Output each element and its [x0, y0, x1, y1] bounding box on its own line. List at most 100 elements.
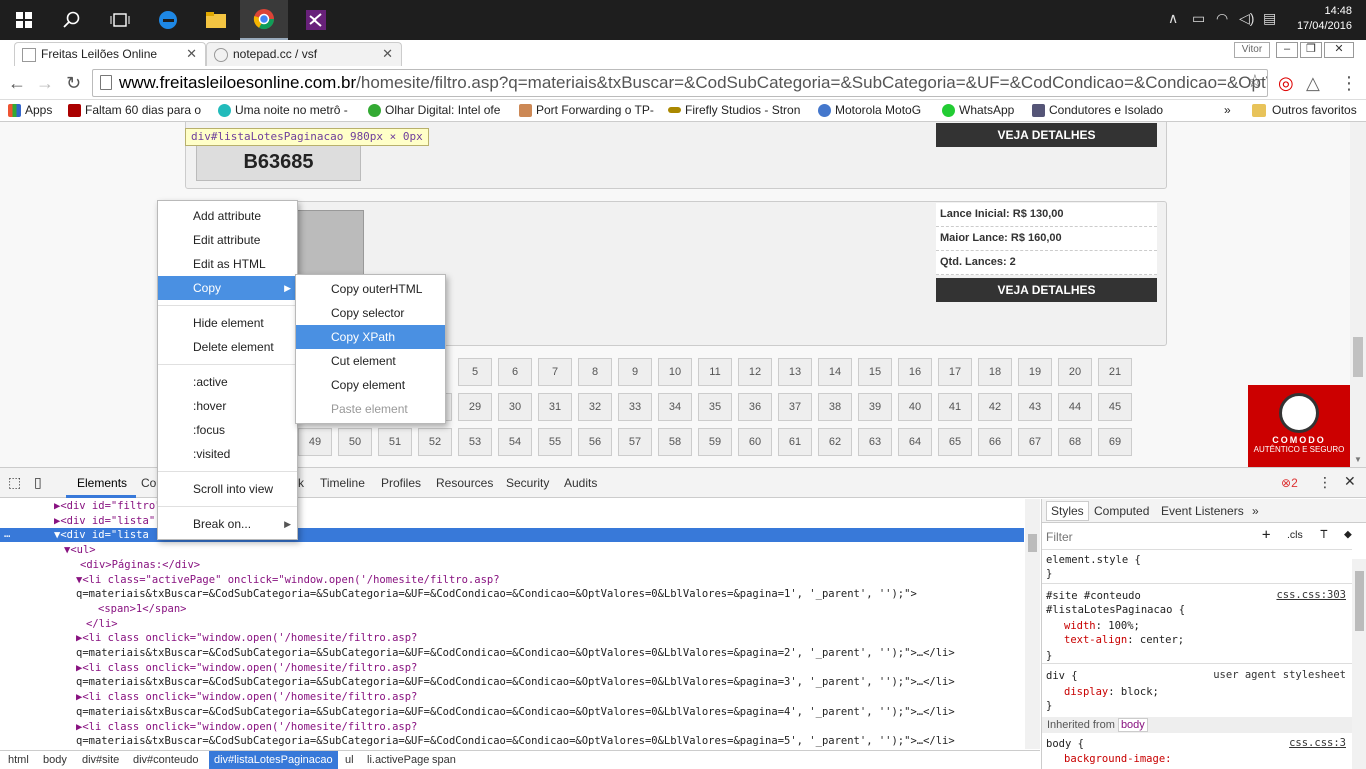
bookmark-apps[interactable]: Apps — [8, 103, 58, 117]
page-link[interactable]: 61 — [778, 428, 812, 456]
wifi-icon[interactable]: ◠ — [1216, 10, 1228, 27]
page-link[interactable]: 40 — [898, 393, 932, 421]
page-link[interactable]: 17 — [938, 358, 972, 386]
menu-add-attribute[interactable]: Add attribute — [158, 204, 297, 228]
page-link[interactable]: 33 — [618, 393, 652, 421]
elements-tree[interactable]: ▶<div id="filtro" ... s">…</div> ▶<div id… — [0, 499, 1040, 749]
dom-node[interactable]: ▶<li class onclick="window.open('/homesi… — [0, 661, 1024, 675]
dom-node[interactable]: q=materiais&txBuscar=&CodSubCategoria=&S… — [0, 587, 1024, 601]
details-button[interactable]: VEJA DETALHES — [936, 123, 1157, 147]
add-style-rule-icon[interactable]: + — [1262, 527, 1270, 543]
page-link[interactable]: 54 — [498, 428, 532, 456]
error-counter[interactable]: ⊗2 — [1281, 476, 1298, 490]
lot-plate-image[interactable]: B63685 — [196, 145, 361, 181]
notifications-icon[interactable]: ▤ — [1263, 10, 1276, 27]
page-link[interactable]: 10 — [658, 358, 692, 386]
scrollbar-thumb[interactable] — [1355, 571, 1364, 631]
page-link[interactable]: 8 — [578, 358, 612, 386]
page-link[interactable]: 66 — [978, 428, 1012, 456]
rule-selector[interactable]: #site #conteudo — [1046, 589, 1141, 603]
page-link[interactable]: 53 — [458, 428, 492, 456]
bookmark-item[interactable]: Firefly Studios - Stron — [668, 103, 804, 117]
tab-notepad[interactable]: notepad.cc / vsf ✕ — [206, 42, 402, 66]
dom-node[interactable]: ▶<li class onclick="window.open('/homesi… — [0, 631, 1024, 645]
page-link[interactable]: 20 — [1058, 358, 1092, 386]
rule-selector[interactable]: body { — [1046, 737, 1084, 751]
scrollbar-thumb[interactable] — [1028, 534, 1037, 552]
menu-state-hover[interactable]: :hover — [158, 394, 297, 418]
tab-audits[interactable]: Audits — [564, 476, 597, 490]
menu-state-focus[interactable]: :focus — [158, 418, 297, 442]
page-link[interactable]: 9 — [618, 358, 652, 386]
close-devtools-icon[interactable]: ✕ — [1344, 473, 1356, 490]
page-link[interactable]: 65 — [938, 428, 972, 456]
page-link[interactable]: 15 — [858, 358, 892, 386]
chrome-menu-icon[interactable]: ⋮ — [1340, 73, 1358, 94]
tab-freitas[interactable]: Freitas Leilões Online ✕ — [14, 42, 206, 66]
page-scrollbar[interactable]: ▼ — [1350, 122, 1366, 467]
page-link[interactable]: 6 — [498, 358, 532, 386]
bookmark-item[interactable]: WhatsApp — [942, 103, 1022, 117]
menu-copy-element[interactable]: Copy element — [296, 373, 445, 397]
page-link[interactable]: 36 — [738, 393, 772, 421]
bookmark-item[interactable]: Olhar Digital: Intel ofe — [368, 103, 506, 117]
tab-security[interactable]: Security — [506, 476, 549, 490]
page-link[interactable]: 18 — [978, 358, 1012, 386]
page-link[interactable]: 60 — [738, 428, 772, 456]
comodo-badge[interactable]: COMODO AUTÊNTICO E SEGURO — [1248, 385, 1350, 467]
system-clock[interactable]: 14:48 17/04/2016 — [1297, 4, 1352, 34]
page-link[interactable]: 29 — [458, 393, 492, 421]
style-property[interactable]: width: 100%; — [1064, 619, 1140, 633]
dom-node[interactable]: q=materiais&txBuscar=&CodSubCategoria=&S… — [0, 646, 1024, 660]
volume-icon[interactable]: ◁) — [1239, 10, 1254, 27]
lot-thumbnail-image[interactable] — [296, 210, 364, 276]
dom-node-selected[interactable]: ▼<div id="lista ... — [0, 528, 1024, 543]
page-link[interactable]: 5 — [458, 358, 492, 386]
address-bar[interactable]: www.freitasleiloesonline.com.br/homesite… — [92, 69, 1268, 97]
forward-icon[interactable]: → — [36, 73, 54, 94]
page-link[interactable]: 56 — [578, 428, 612, 456]
page-link[interactable]: 35 — [698, 393, 732, 421]
close-tab-icon[interactable]: ✕ — [186, 46, 197, 62]
dom-node[interactable]: <span>1</span> — [0, 602, 1024, 616]
devtools-menu-icon[interactable]: ⋮ — [1318, 474, 1332, 491]
more-options-icon[interactable]: … — [4, 528, 10, 540]
tab-styles[interactable]: Styles — [1046, 501, 1089, 521]
close-tab-icon[interactable]: ✕ — [382, 46, 393, 62]
bookmark-star-icon[interactable]: ☆ — [1247, 71, 1263, 92]
rule-selector[interactable]: div { — [1046, 669, 1078, 683]
inspect-element-icon[interactable]: ⬚ — [8, 474, 21, 491]
tab-resources[interactable]: Resources — [436, 476, 493, 490]
dom-node[interactable]: q=materiais&txBuscar=&CodSubCategoria=&S… — [0, 675, 1024, 689]
page-link[interactable]: 13 — [778, 358, 812, 386]
bookmark-item[interactable]: Port Forwarding o TP- — [519, 103, 659, 117]
page-link[interactable]: 45 — [1098, 393, 1132, 421]
menu-cut-element[interactable]: Cut element — [296, 349, 445, 373]
page-link[interactable]: 68 — [1058, 428, 1092, 456]
toggle-element-state-icon[interactable]: ◆ — [1344, 527, 1352, 542]
breadcrumb-item[interactable]: li.activePage — [362, 751, 434, 769]
dom-node[interactable]: q=materiais&txBuscar=&CodSubCategoria=&S… — [0, 734, 1024, 748]
breadcrumb-item[interactable]: html — [3, 751, 34, 769]
page-link[interactable]: 38 — [818, 393, 852, 421]
dom-node[interactable]: ▼<ul> — [0, 543, 1024, 557]
page-link[interactable]: 43 — [1018, 393, 1052, 421]
menu-copy-outerhtml[interactable]: Copy outerHTML — [296, 277, 445, 301]
menu-state-visited[interactable]: :visited — [158, 442, 297, 466]
tab-timeline[interactable]: Timeline — [320, 476, 365, 490]
file-explorer-icon[interactable] — [192, 0, 240, 40]
device-mode-icon[interactable]: ▯ — [34, 474, 42, 491]
bookmarks-overflow-button[interactable]: » — [1224, 103, 1231, 117]
back-icon[interactable]: ← — [8, 73, 26, 94]
styles-scrollbar[interactable] — [1352, 559, 1366, 769]
rule-element-style[interactable]: element.style { — [1046, 553, 1141, 567]
visual-studio-icon[interactable] — [292, 0, 340, 40]
page-link[interactable]: 7 — [538, 358, 572, 386]
tab-profiles[interactable]: Profiles — [381, 476, 421, 490]
menu-copy[interactable]: Copy ▶ — [158, 276, 297, 300]
dom-node[interactable]: <div>Páginas:</div> — [0, 558, 1024, 572]
scroll-down-arrow-icon[interactable]: ▼ — [1354, 455, 1362, 464]
page-link[interactable]: 69 — [1098, 428, 1132, 456]
page-link[interactable]: 58 — [658, 428, 692, 456]
page-link[interactable]: 39 — [858, 393, 892, 421]
